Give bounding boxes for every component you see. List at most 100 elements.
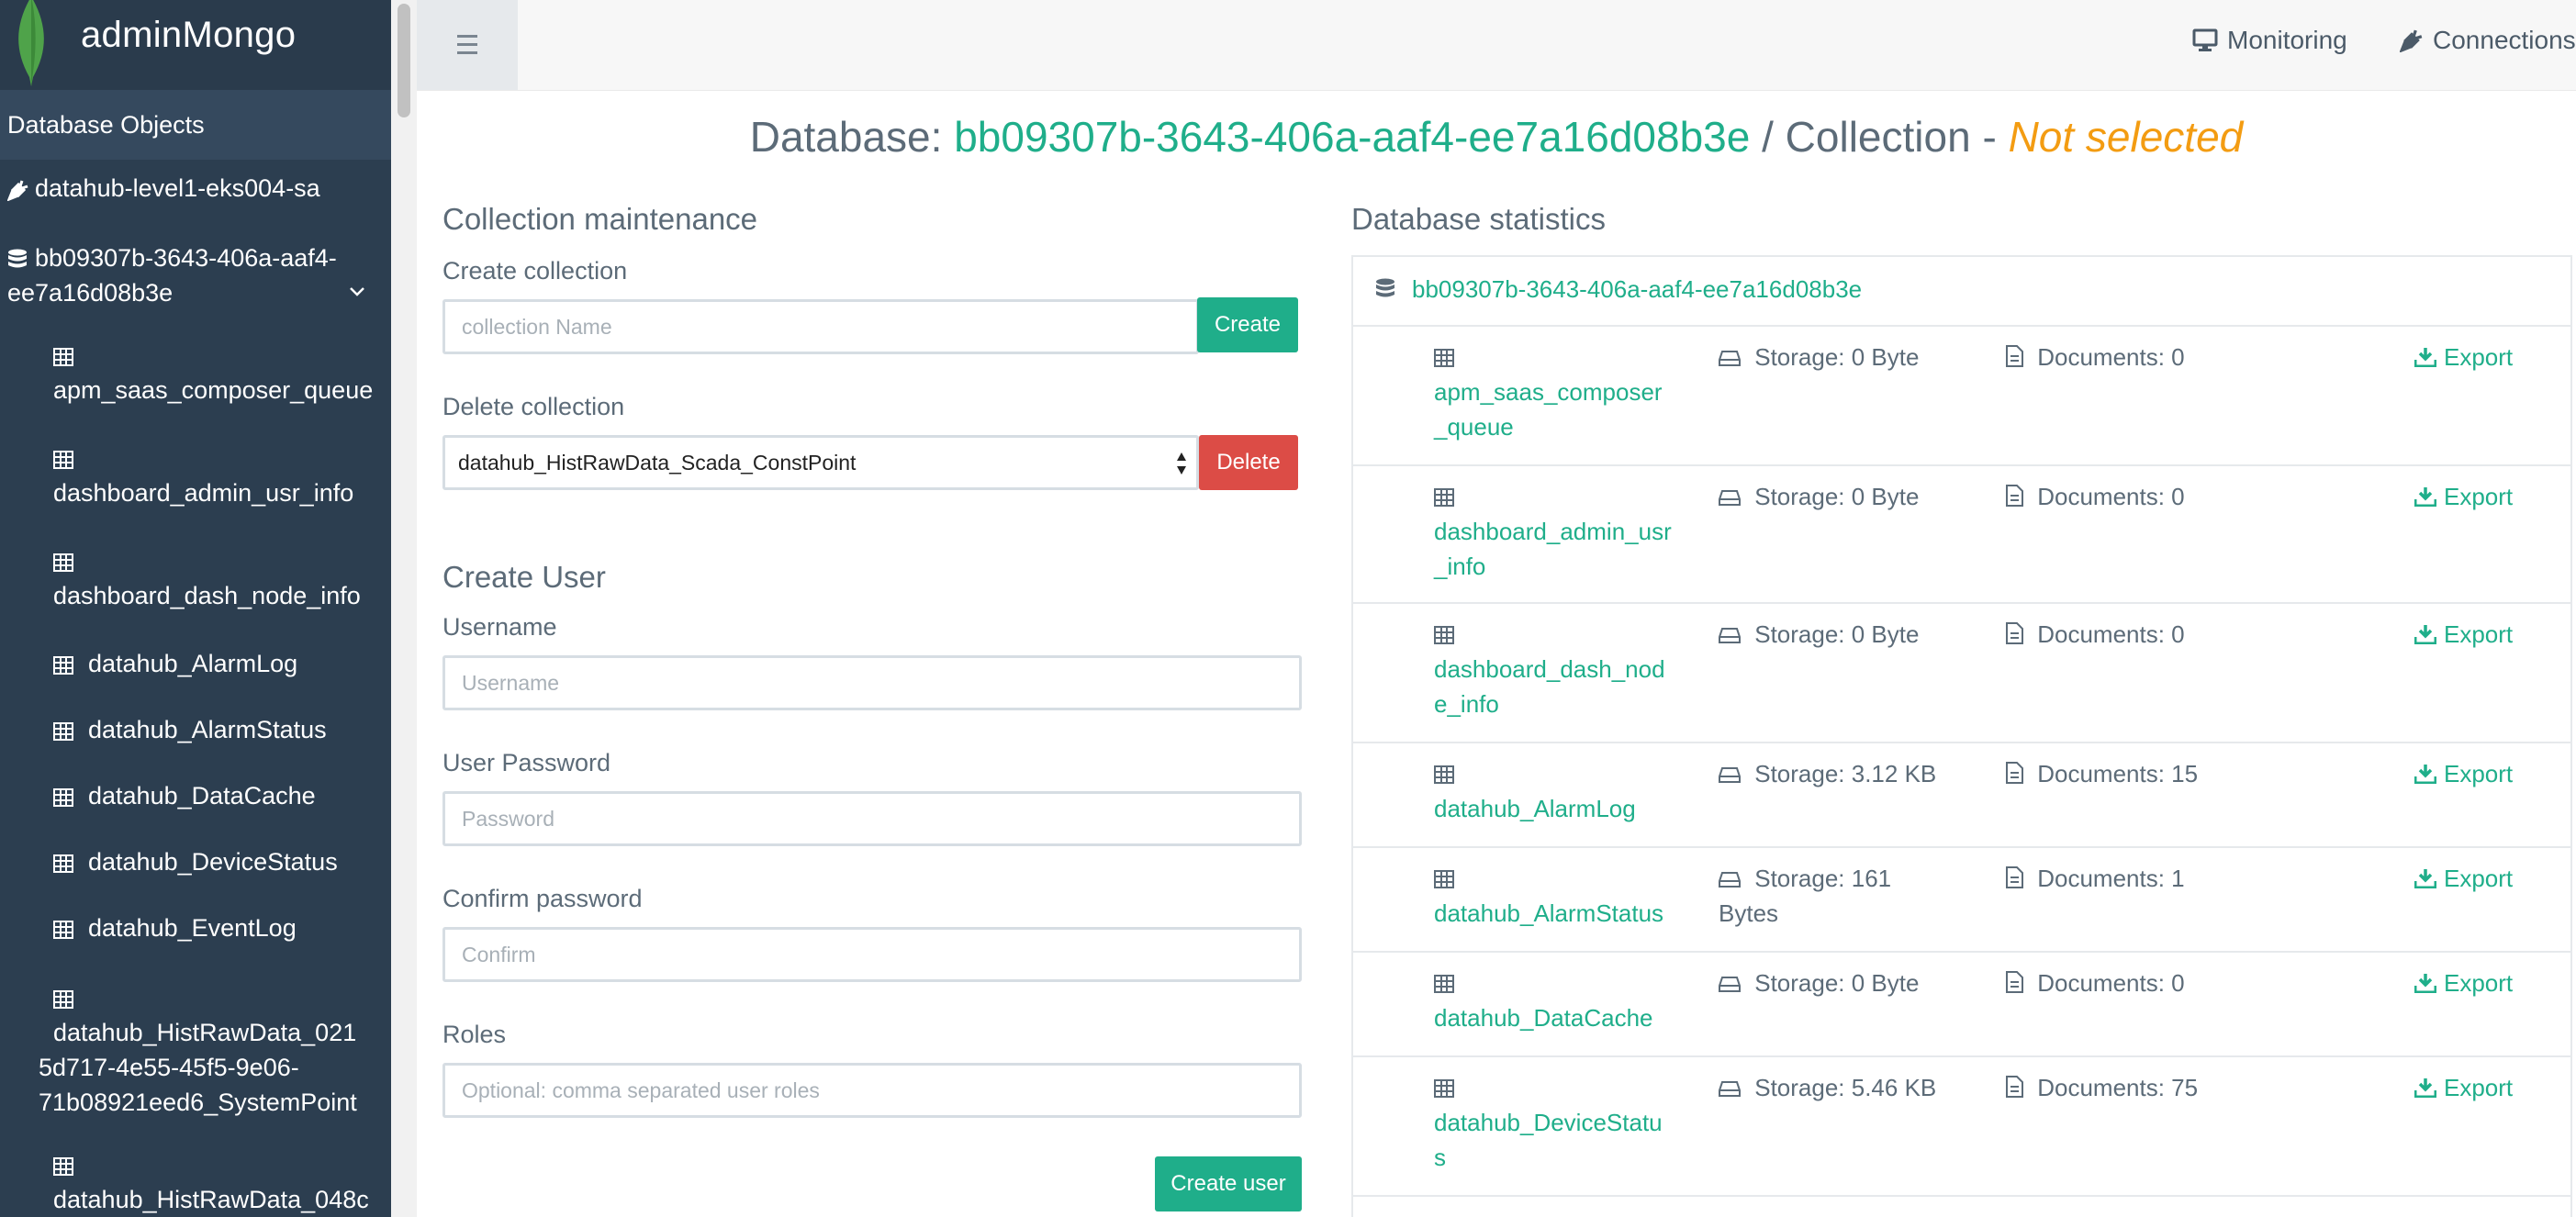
sidebar-collection-item[interactable]: datahub_DeviceStatus [0, 844, 391, 879]
statistics-collection[interactable]: datahub_DataCache [1434, 966, 1673, 1035]
plug-icon [2399, 29, 2423, 53]
roles-input[interactable] [442, 1063, 1302, 1118]
document-icon [2006, 1076, 2023, 1098]
statistics-collection-name: dashboard_dash_node_info [1434, 655, 1665, 718]
database-statistics-title: Database statistics [1351, 202, 1606, 236]
database-name-line1: bb09307b-3643-406a-aaf4- [35, 244, 337, 272]
monitoring-link[interactable]: Monitoring [2192, 26, 2347, 55]
collection-name-input[interactable] [442, 299, 1199, 354]
export-label: Export [2444, 1074, 2514, 1101]
collection-label: datahub_AlarmStatus [88, 716, 327, 743]
username-input[interactable] [442, 655, 1302, 710]
export-label: Export [2444, 969, 2514, 997]
hamburger-icon [457, 35, 477, 60]
collection-label: datahub_DeviceStatus [88, 848, 338, 876]
collection-label: datahub_HistRawData_048c [53, 1186, 369, 1213]
statistics-row: dashboard_dash_node_info Storage: 0 Byte… [1353, 604, 2570, 743]
sidebar-collection-item[interactable]: apm_saas_composer_queue [0, 338, 391, 408]
password-label: User Password [442, 749, 611, 776]
statistics-row: datahub_DataCache Storage: 0 Byte Docume… [1353, 953, 2570, 1057]
hdd-icon [1719, 628, 1741, 643]
export-label: Export [2444, 865, 2514, 892]
document-icon [2006, 866, 2023, 888]
sidebar-collection-item[interactable]: datahub_HistRawData_048c [0, 1147, 391, 1217]
collection-label: apm_saas_composer_queue [53, 376, 374, 404]
table-icon [1434, 488, 1454, 507]
create-collection-label: Create collection [442, 257, 628, 285]
delete-collection-select[interactable]: datahub_HistRawData_Scada_ConstPoint [442, 435, 1199, 490]
connections-link[interactable]: Connections [2399, 26, 2576, 55]
table-icon [1434, 1079, 1454, 1098]
create-collection-button[interactable]: Create [1197, 297, 1298, 352]
table-icon [53, 989, 73, 1009]
scrollbar-thumb[interactable] [398, 4, 410, 117]
table-icon [1434, 349, 1454, 367]
statistics-collection[interactable]: dashboard_dash_node_info [1434, 617, 1673, 721]
collection-label-cont: 5d717-4e55-45f5-9e06- [39, 1054, 299, 1081]
table-icon [1434, 765, 1454, 784]
download-icon [2414, 1078, 2437, 1099]
create-user-title: Create User [442, 560, 606, 594]
sidebar-collection-item[interactable]: datahub_HistRawData_021 5d717-4e55-45f5-… [0, 980, 391, 1120]
table-icon [1434, 975, 1454, 993]
create-user-button[interactable]: Create user [1155, 1156, 1302, 1211]
app-title: adminMongo [81, 15, 297, 55]
download-icon [2414, 487, 2437, 508]
heading-db-prefix: Database: [749, 113, 955, 161]
export-button[interactable]: Export [2414, 1070, 2513, 1105]
collection-label-cont: 71b08921eed6_SystemPoint [39, 1089, 357, 1116]
export-button[interactable]: Export [2414, 340, 2513, 374]
document-icon [2006, 762, 2023, 784]
page-title: Database: bb09307b-3643-406a-aaf4-ee7a16… [417, 112, 2576, 162]
sidebar-collection-item[interactable]: dashboard_dash_node_info [0, 543, 391, 613]
select-arrows-icon [1177, 452, 1186, 475]
statistics-db-name[interactable]: bb09307b-3643-406a-aaf4-ee7a16d08b3e [1412, 275, 1862, 304]
export-button[interactable]: Export [2414, 861, 2513, 896]
sidebar-collection-item[interactable]: datahub_AlarmStatus [0, 712, 391, 747]
database-name-line2: ee7a16d08b3e [7, 279, 174, 307]
storage-value: Storage: 0 Byte [1754, 483, 1920, 510]
statistics-collection[interactable]: dashboard_admin_usr_info [1434, 479, 1673, 584]
statistics-collection[interactable]: datahub_AlarmStatus [1434, 861, 1673, 931]
sidebar-connection[interactable]: datahub-level1-eks004-sa [0, 174, 391, 211]
statistics-collection[interactable]: apm_saas_composer_queue [1434, 340, 1673, 444]
export-button[interactable]: Export [2414, 479, 2513, 514]
statistics-collection[interactable]: datahub_DeviceStatus [1434, 1070, 1673, 1175]
documents-value: Documents: 75 [2037, 1074, 2199, 1101]
brand[interactable]: adminMongo [0, 0, 391, 90]
desktop-icon [2192, 28, 2218, 51]
sidebar-collection-item[interactable]: datahub_DataCache [0, 778, 391, 813]
sidebar-scrollbar[interactable] [391, 0, 417, 1217]
export-button[interactable]: Export [2414, 756, 2513, 791]
password-input[interactable] [442, 791, 1302, 846]
statistics-collection[interactable]: datahub_AlarmLog [1434, 756, 1673, 826]
connections-label: Connections [2433, 26, 2576, 54]
documents-value: Documents: 1 [2037, 865, 2185, 892]
chevron-down-icon[interactable] [349, 286, 365, 297]
collection-label: datahub_DataCache [88, 782, 316, 809]
confirm-password-input[interactable] [442, 927, 1302, 982]
export-button[interactable]: Export [2414, 966, 2513, 1000]
storage-value: Storage: 0 Byte [1754, 969, 1920, 997]
table-icon [53, 553, 73, 572]
sidebar-database[interactable]: bb09307b-3643-406a-aaf4- ee7a16d08b3e [0, 240, 391, 310]
menu-toggle-button[interactable] [417, 0, 518, 90]
sidebar-collection-item[interactable]: datahub_EventLog [0, 910, 391, 945]
statistics-db-header[interactable]: bb09307b-3643-406a-aaf4-ee7a16d08b3e [1351, 255, 2572, 327]
table-icon [53, 721, 73, 741]
statistics-collection-name: datahub_DeviceStatus [1434, 1109, 1663, 1171]
export-label: Export [2444, 620, 2514, 648]
delete-collection-button[interactable]: Delete [1199, 435, 1298, 490]
statistics-row: datahub_AlarmStatus Storage: 161 Bytes D… [1353, 848, 2570, 953]
export-button[interactable]: Export [2414, 617, 2513, 652]
statistics-documents: Documents: 0 [2005, 340, 2280, 374]
collection-label: datahub_EventLog [88, 914, 297, 942]
delete-collection-label: Delete collection [442, 393, 625, 420]
heading-db-name[interactable]: bb09307b-3643-406a-aaf4-ee7a16d08b3e [954, 113, 1750, 161]
documents-value: Documents: 0 [2037, 483, 2185, 510]
export-label: Export [2444, 760, 2514, 787]
statistics-documents: Documents: 0 [2005, 617, 2280, 652]
statistics-storage: Storage: 0 Byte [1719, 479, 1939, 514]
sidebar-collection-item[interactable]: datahub_AlarmLog [0, 646, 391, 681]
sidebar-collection-item[interactable]: dashboard_admin_usr_info [0, 441, 391, 510]
